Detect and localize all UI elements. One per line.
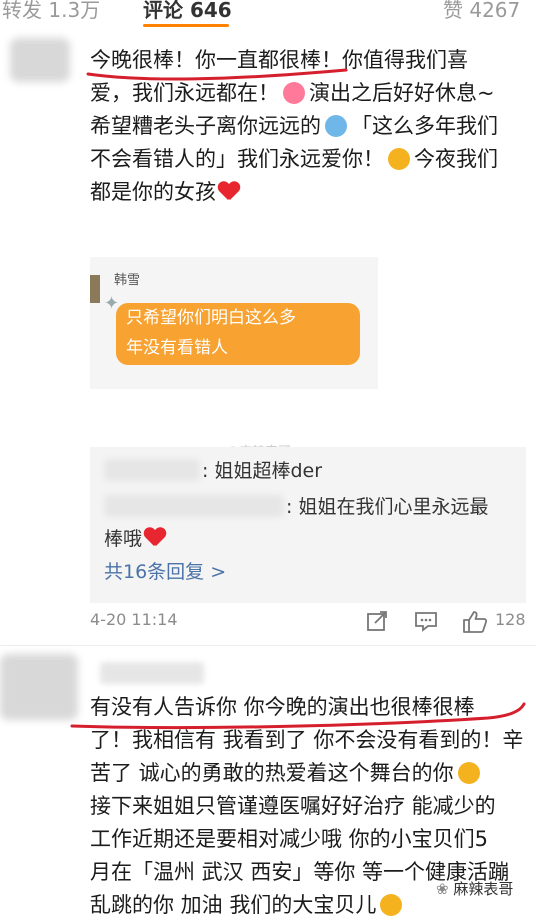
divider	[0, 645, 536, 646]
comment-username[interactable]	[100, 662, 204, 684]
red-underline-annotation	[86, 68, 348, 81]
comment-line: 不会看错人的」我们永远爱你！ 今夜我们	[90, 147, 498, 171]
kiss-emoji-icon	[457, 762, 480, 784]
avatar[interactable]	[0, 654, 78, 720]
quoted-name: 韩雪	[114, 273, 141, 288]
tab-comments[interactable]: 评论 646	[143, 0, 232, 23]
active-tab-indicator	[143, 24, 229, 27]
comment-line: 希望糟老头子离你远远的 「这么多年我们	[90, 114, 498, 138]
wechat-logo-icon: ❀	[436, 880, 454, 898]
footer-watermark-text: 麻辣表哥	[453, 880, 514, 898]
kiss-emoji-icon	[388, 148, 410, 170]
quoted-avatar	[90, 275, 100, 303]
quoted-bubble-line: 年没有看错人	[126, 338, 228, 358]
comment-icon[interactable]	[414, 610, 438, 632]
red-underline-annotation	[70, 702, 526, 730]
comment-time: 4-20 11:14	[90, 610, 178, 629]
tab-likes[interactable]: 赞 4267	[443, 0, 520, 23]
reply-box: : 姐姐超棒der : 姐姐在我们心里永远最 棒哦 共16条回复 >	[90, 447, 526, 603]
tab-repost[interactable]: 转发 1.3万	[2, 0, 100, 23]
thumbs-up-icon[interactable]	[462, 610, 488, 634]
comment-tabs: 转发 1.3万 评论 646 赞 4267	[0, 0, 536, 30]
share-icon[interactable]	[366, 610, 388, 632]
comment-line: 苦了 诚心的勇敢的热爱着这个舞台的你	[90, 757, 484, 790]
quoted-screenshot[interactable]: 韩雪 ✦ 只希望你们明白这么多 年没有看错人	[90, 257, 378, 389]
more-replies-link[interactable]: 共16条回复 >	[104, 557, 226, 584]
reply-text: : 姐姐超棒der	[202, 460, 323, 482]
reply-text: : 姐姐在我们心里永远最	[286, 496, 489, 518]
reply-username[interactable]	[104, 459, 200, 481]
comment-line: 都是你的女孩	[90, 176, 242, 209]
comment-line: 工作近期还是要相对减少哦 你的小宝贝们5	[90, 827, 489, 851]
avatar[interactable]	[10, 38, 70, 82]
quoted-bubble-line: 只希望你们明白这么多	[126, 308, 296, 328]
reply-username[interactable]	[104, 495, 284, 517]
footer-watermark: ❀ 麻辣表哥	[436, 878, 513, 899]
red-heart-icon	[144, 528, 166, 548]
person-emoji-icon	[325, 115, 347, 137]
red-heart-icon	[218, 182, 240, 202]
quoted-bubble: 只希望你们明白这么多 年没有看错人	[116, 303, 360, 365]
reply-text: 棒哦	[104, 523, 168, 555]
comment-line: 乱跳的你 加油 我们的大宝贝儿	[90, 889, 406, 922]
like-count: 128	[495, 610, 526, 629]
comment-line: 接下来姐姐只管谨遵医嘱好好治疗 能减少的	[90, 794, 496, 818]
